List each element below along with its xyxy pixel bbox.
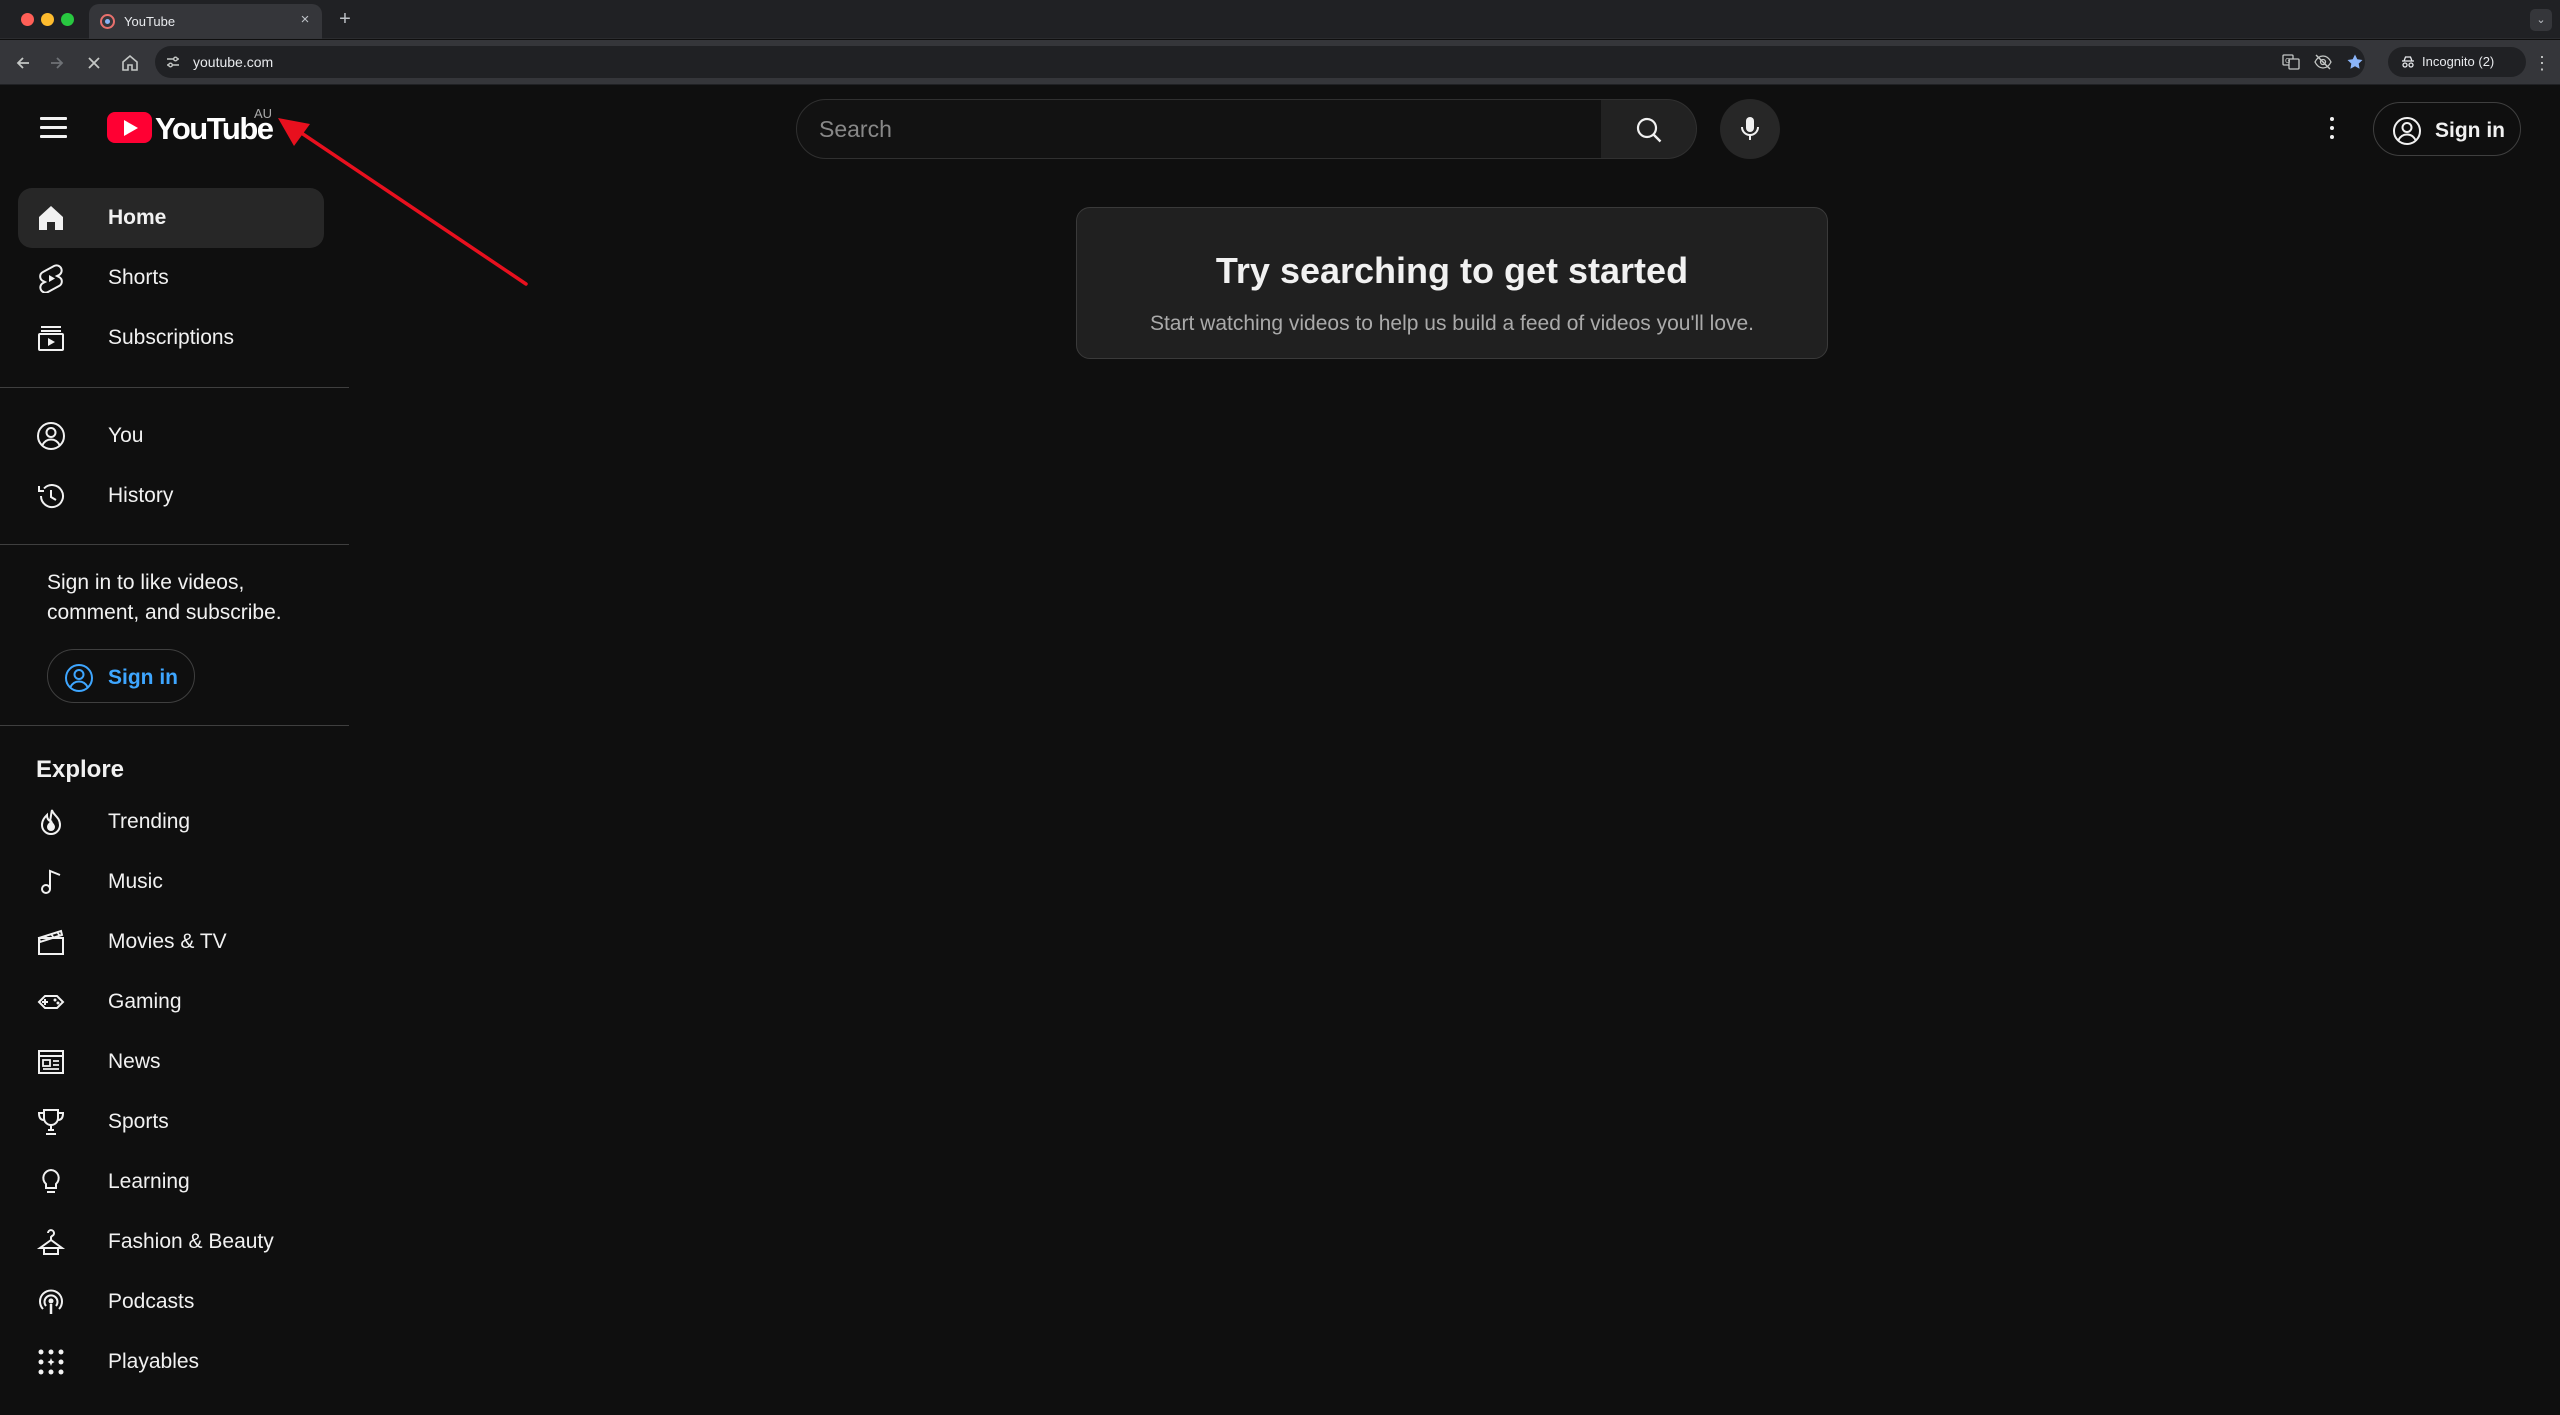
home-icon[interactable]	[119, 52, 141, 74]
settings-more-icon[interactable]	[2312, 108, 2352, 148]
sidebar-item-trending[interactable]: Trending	[18, 792, 324, 852]
sign-in-label: Sign in	[108, 666, 178, 689]
sign-in-label: Sign in	[2435, 119, 2505, 142]
site-info-icon[interactable]	[165, 54, 181, 70]
podcasts-icon	[39, 1289, 63, 1314]
fashion-icon	[36, 1229, 66, 1255]
news-icon	[38, 1050, 64, 1074]
sidebar-item-label: Trending	[108, 810, 191, 833]
movies-icon	[37, 929, 64, 955]
sidebar-item-playables[interactable]: Playables	[18, 1332, 324, 1392]
sidebar-item-podcasts[interactable]: Podcasts	[18, 1272, 324, 1332]
sidebar-item-subscriptions[interactable]: Subscriptions	[18, 308, 324, 368]
empty-feed-subtitle: Start watching videos to help us build a…	[1149, 312, 1755, 335]
search-icon	[1636, 117, 1662, 143]
browser-toolbar: youtube.com G Incognito (2) ⋮	[0, 40, 2560, 85]
incognito-label: Incognito (2)	[2422, 54, 2495, 69]
explore-heading: Explore	[36, 756, 125, 783]
sign-in-prompt: Sign in to like videos, comment, and sub…	[47, 571, 282, 624]
youtube-logo[interactable]: YouTube	[107, 110, 277, 146]
masthead-sign-in-button[interactable]: Sign in	[2373, 102, 2521, 156]
sidebar-item-label: Home	[108, 206, 167, 229]
tab-close-icon[interactable]: ×	[296, 11, 314, 29]
account-icon	[2393, 117, 2421, 145]
sidebar-item-sports[interactable]: Sports	[18, 1092, 324, 1152]
guide-menu-icon[interactable]	[34, 108, 74, 148]
sidebar-item-fashion-beauty[interactable]: Fashion & Beauty	[18, 1212, 324, 1272]
sidebar-item-label: Shorts	[108, 266, 169, 289]
sidebar-item-label: You	[108, 424, 144, 447]
account-icon	[65, 664, 93, 692]
stop-icon[interactable]	[83, 52, 105, 74]
sports-icon	[37, 1109, 65, 1135]
history-icon	[38, 484, 64, 508]
search-button[interactable]	[1601, 99, 1697, 159]
tab-search-button[interactable]: ⌄	[2530, 9, 2552, 31]
sidebar-item-label: History	[108, 484, 174, 507]
window-maximize-button[interactable]	[61, 13, 74, 26]
shorts-icon	[39, 264, 63, 293]
browser-menu-icon[interactable]: ⋮	[2532, 52, 2552, 74]
sidebar-item-label: Subscriptions	[108, 326, 235, 349]
sidebar-item-music[interactable]: Music	[18, 852, 324, 912]
search-input[interactable]	[819, 100, 1579, 158]
tab-favicon-icon	[100, 14, 115, 29]
annotation-arrow	[278, 118, 528, 286]
sidebar-item-history[interactable]: History	[18, 466, 324, 526]
sidebar-divider	[0, 544, 349, 545]
svg-text:G: G	[2285, 57, 2290, 65]
address-bar[interactable]: youtube.com G	[155, 46, 2365, 78]
sidebar-item-label: Learning	[108, 1170, 190, 1193]
sidebar-sign-in-button[interactable]: Sign in	[47, 649, 195, 703]
empty-feed-title: Try searching to get started	[1215, 250, 1689, 291]
incognito-icon	[2400, 54, 2416, 70]
sidebar-item-label: Fashion & Beauty	[108, 1230, 274, 1253]
guide-sidebar: Home Shorts Subscriptions You History Si…	[0, 170, 349, 1415]
sidebar-item-label: Gaming	[108, 990, 182, 1013]
search-box[interactable]	[796, 99, 1602, 159]
sidebar-item-label: Sports	[108, 1110, 169, 1133]
browser-tab[interactable]: YouTube ×	[89, 4, 322, 39]
gaming-icon	[37, 995, 65, 1009]
empty-feed-card: Try searching to get started Start watch…	[1076, 207, 1828, 359]
sidebar-divider	[0, 387, 349, 388]
sidebar-item-news[interactable]: News	[18, 1032, 324, 1092]
microphone-icon	[1741, 117, 1759, 140]
playables-icon	[38, 1349, 64, 1375]
voice-search-button[interactable]	[1720, 99, 1780, 159]
window-minimize-button[interactable]	[41, 13, 54, 26]
music-icon	[41, 869, 61, 894]
sidebar-item-label: Movies & TV	[108, 930, 227, 953]
tab-title: YouTube	[124, 14, 176, 29]
learning-icon	[42, 1168, 60, 1193]
sidebar-item-gaming[interactable]: Gaming	[18, 972, 324, 1032]
window-close-button[interactable]	[21, 13, 34, 26]
new-tab-button[interactable]: +	[334, 8, 356, 30]
trending-icon	[40, 809, 62, 835]
eye-off-icon[interactable]	[2314, 53, 2332, 71]
home-icon	[39, 206, 63, 230]
youtube-play-icon	[107, 112, 152, 143]
sidebar-item-label: Music	[108, 870, 163, 893]
back-icon[interactable]	[12, 52, 34, 74]
sidebar-divider	[0, 725, 349, 726]
sidebar-item-label: Playables	[108, 1350, 200, 1373]
translate-icon[interactable]: G	[2282, 53, 2300, 71]
sidebar-item-label: News	[108, 1050, 161, 1073]
account-icon	[37, 422, 65, 450]
url-text[interactable]: youtube.com	[193, 54, 273, 70]
sidebar-item-label: Podcasts	[108, 1290, 195, 1313]
sidebar-item-movies-tv[interactable]: Movies & TV	[18, 912, 324, 972]
sidebar-item-learning[interactable]: Learning	[18, 1152, 324, 1212]
subscriptions-icon	[38, 326, 64, 351]
forward-icon[interactable]	[46, 52, 68, 74]
star-icon[interactable]	[2346, 53, 2364, 71]
incognito-indicator[interactable]: Incognito (2)	[2388, 47, 2526, 77]
browser-tab-bar: YouTube × + ⌄	[0, 0, 2560, 39]
sidebar-item-you[interactable]: You	[18, 406, 324, 466]
